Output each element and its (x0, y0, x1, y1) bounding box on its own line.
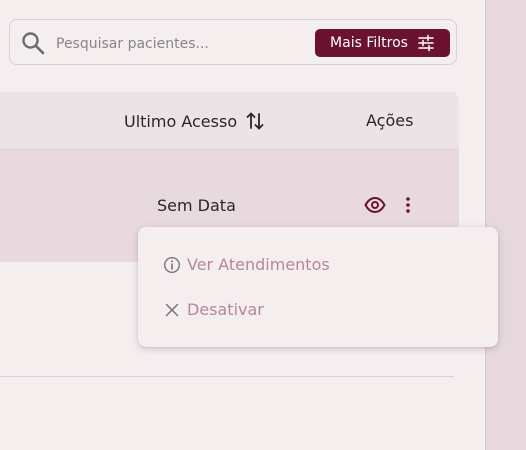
menu-item-deactivate[interactable]: Desativar (163, 300, 264, 319)
menu-item-view-appointments[interactable]: Ver Atendimentos (163, 255, 330, 274)
search-input[interactable] (54, 32, 298, 56)
more-vertical-icon[interactable] (400, 195, 416, 215)
column-header-last-access[interactable]: Ultimo Acesso (124, 111, 265, 131)
sort-icon[interactable] (245, 111, 265, 131)
search-icon (22, 32, 45, 55)
more-filters-label: Mais Filtros (330, 35, 408, 51)
menu-item-label: Ver Atendimentos (187, 255, 330, 274)
side-panel-edge (485, 0, 526, 450)
menu-item-label: Desativar (187, 300, 264, 319)
last-access-cell: Sem Data (157, 196, 236, 215)
search-bar: Mais Filtros (9, 19, 457, 65)
column-header-actions: Ações (366, 111, 414, 130)
table-header: Ultimo Acesso Ações (0, 92, 459, 150)
row-divider (0, 376, 454, 377)
row-actions-menu: Ver Atendimentos Desativar (138, 227, 498, 347)
sliders-icon (418, 34, 434, 52)
info-icon (163, 256, 181, 273)
close-icon (165, 303, 179, 316)
more-filters-button[interactable]: Mais Filtros (315, 29, 450, 57)
eye-icon[interactable] (364, 196, 386, 214)
column-header-label: Ultimo Acesso (124, 111, 238, 131)
